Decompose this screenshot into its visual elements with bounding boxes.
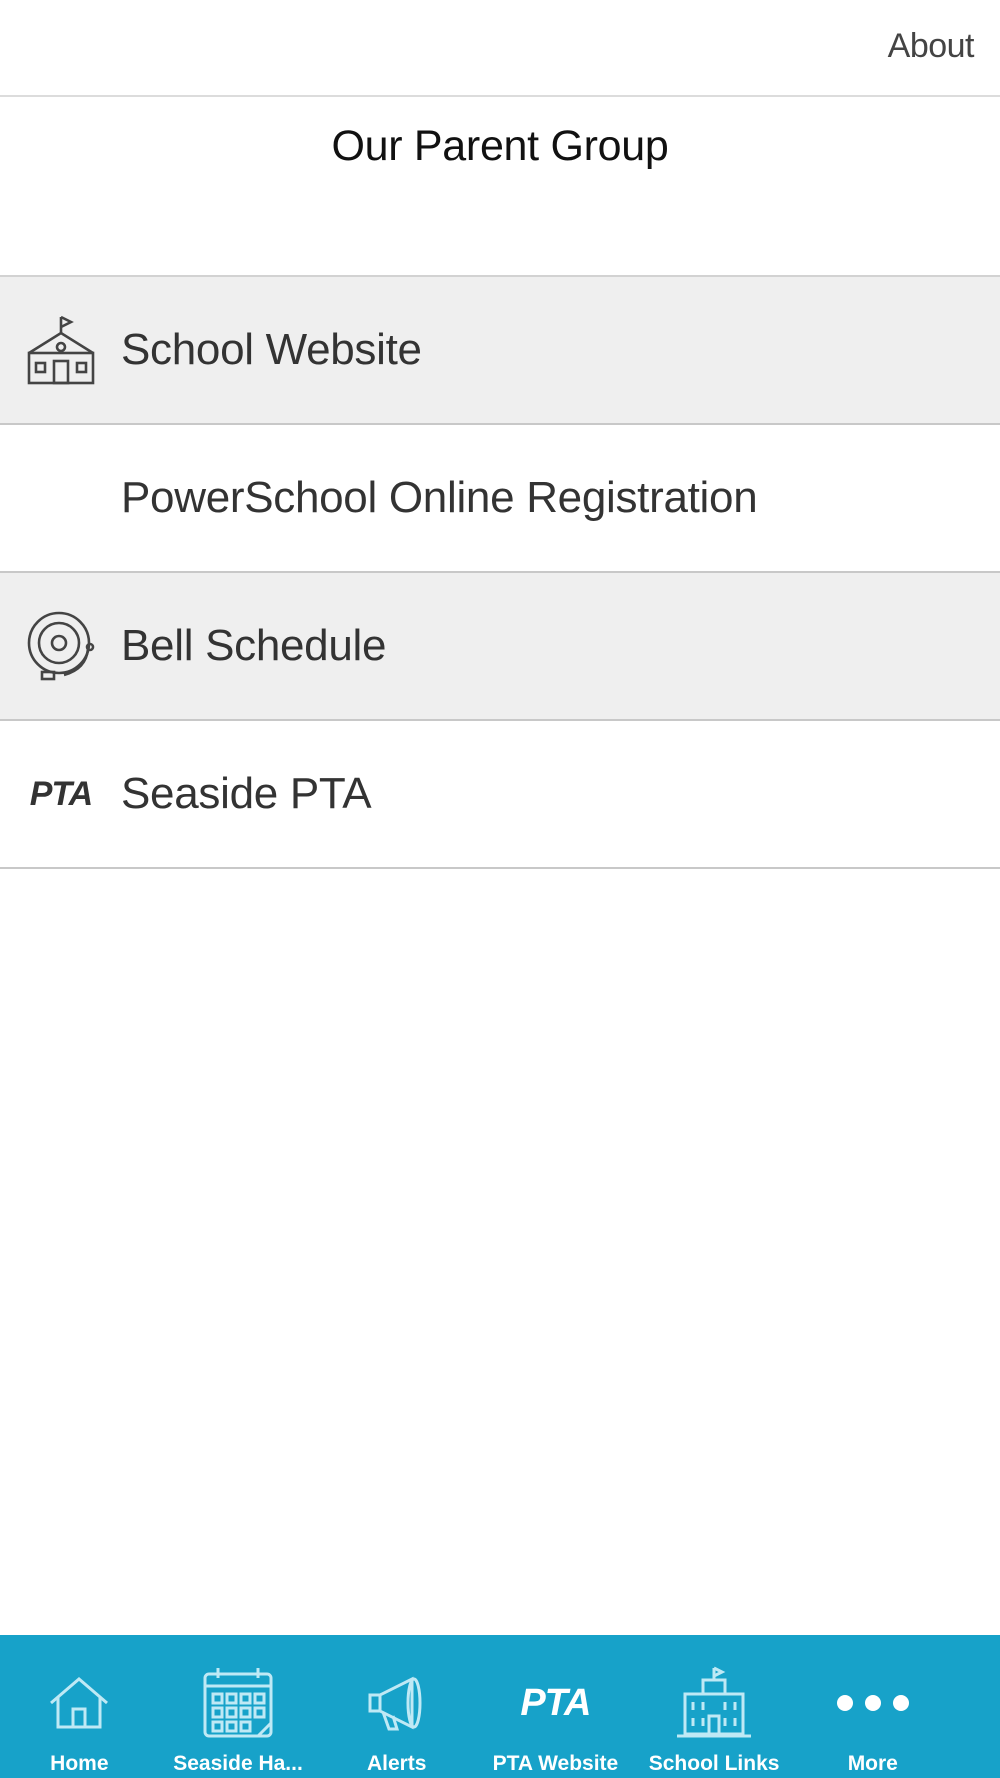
school-building-icon <box>664 1663 764 1743</box>
tab-more[interactable]: More <box>793 1635 952 1778</box>
tab-seaside-calendar[interactable]: Seaside Ha... <box>159 1635 318 1778</box>
tab-label: More <box>847 1752 898 1775</box>
calendar-icon <box>188 1663 288 1743</box>
list-item-school-website[interactable]: School Website <box>0 277 1000 425</box>
school-house-icon <box>24 313 98 387</box>
list-item-label: School Website <box>121 325 422 374</box>
list-item-bell-schedule[interactable]: Bell Schedule <box>0 573 1000 721</box>
bottom-tab-bar: Home Seaside Ha... Alerts PTA PTA Websit… <box>0 1635 1000 1778</box>
tab-pta-website[interactable]: PTA PTA Website <box>476 1635 635 1778</box>
more-dots-icon <box>823 1663 923 1743</box>
tab-label: Seaside Ha... <box>173 1752 303 1775</box>
tab-school-links[interactable]: School Links <box>635 1635 794 1778</box>
tab-alerts[interactable]: Alerts <box>317 1635 476 1778</box>
tab-label: PTA Website <box>492 1752 619 1775</box>
tab-label: Alerts <box>366 1752 427 1775</box>
list-item-label: Bell Schedule <box>121 621 387 670</box>
top-bar: About <box>0 0 1000 97</box>
tab-home[interactable]: Home <box>0 1635 159 1778</box>
pta-logo-icon: PTA <box>520 1681 591 1724</box>
page-title: Our Parent Group <box>331 122 669 170</box>
tab-label: School Links <box>648 1752 780 1775</box>
list-item-powerschool[interactable]: PowerSchool Online Registration <box>0 425 1000 573</box>
link-list: School Website PowerSchool Online Regist… <box>0 275 1000 869</box>
tab-label: Home <box>50 1752 109 1775</box>
bell-icon <box>24 609 98 683</box>
about-button[interactable]: About <box>888 27 975 66</box>
megaphone-icon <box>347 1663 447 1743</box>
home-icon <box>29 1663 129 1743</box>
pta-logo-icon: PTA <box>29 774 93 813</box>
list-item-label: PowerSchool Online Registration <box>121 473 758 522</box>
list-item-label: Seaside PTA <box>121 769 372 818</box>
list-item-seaside-pta[interactable]: PTA Seaside PTA <box>0 721 1000 869</box>
app-screen: About Our Parent Group School Website Po… <box>0 0 1000 1778</box>
